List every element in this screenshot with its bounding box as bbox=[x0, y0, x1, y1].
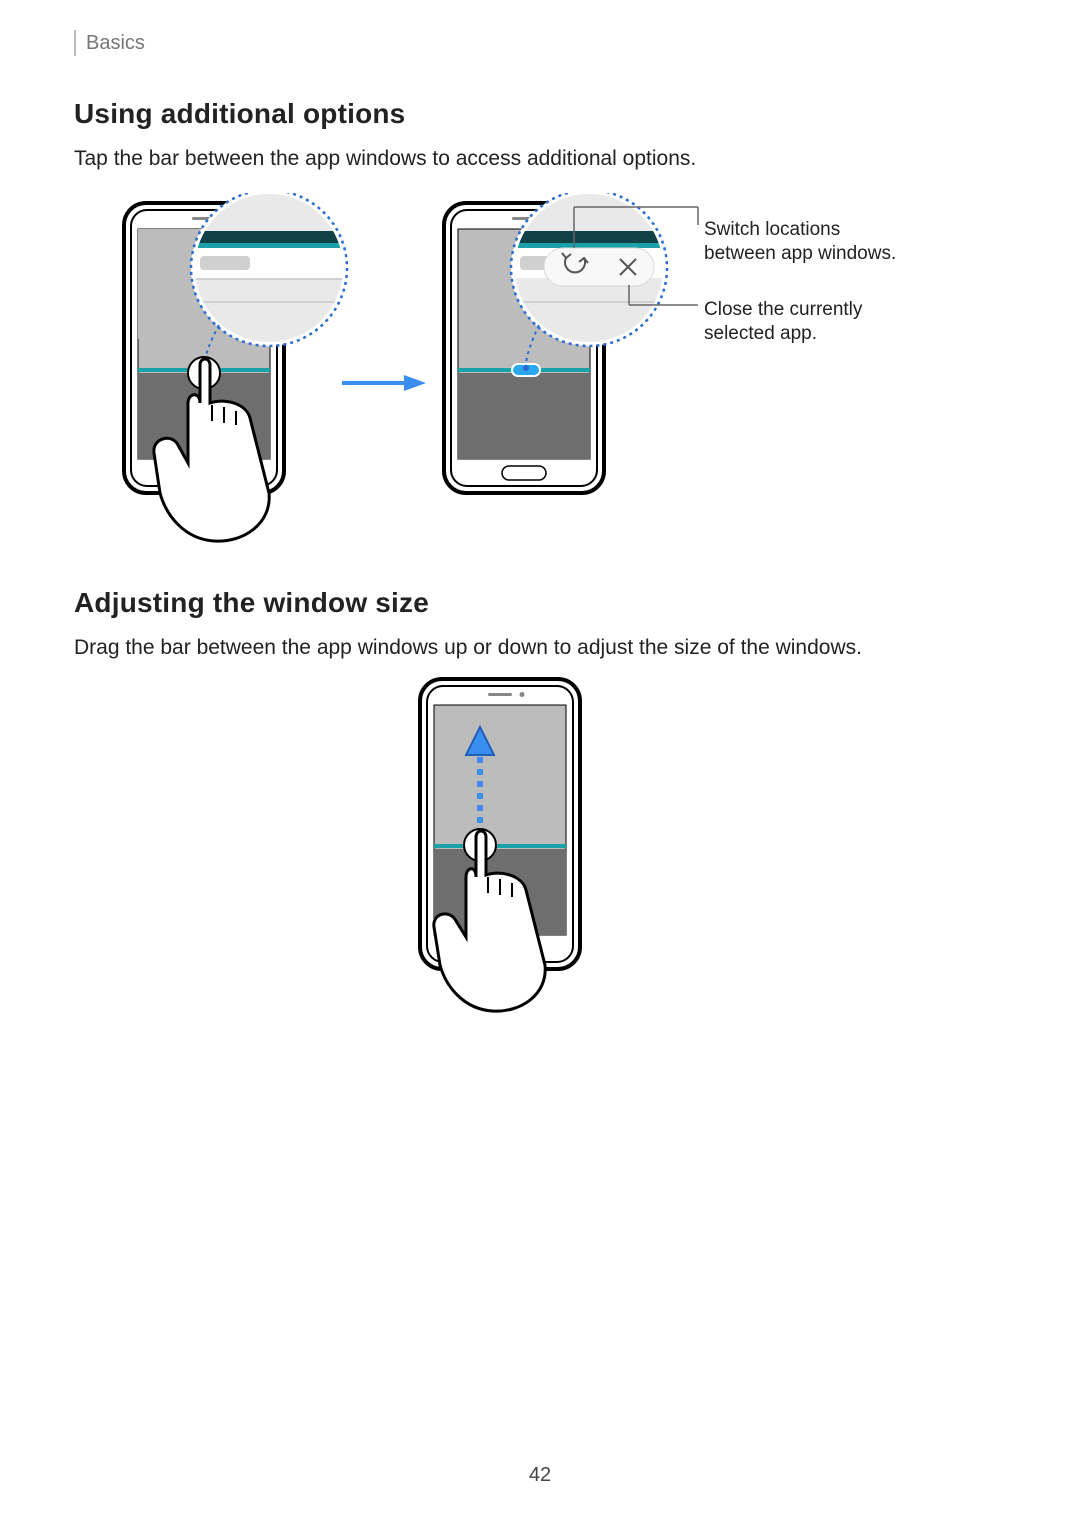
breadcrumb: Basics bbox=[74, 30, 1006, 56]
section-heading-additional-options: Using additional options bbox=[74, 98, 1006, 130]
arrow-right-icon bbox=[342, 375, 426, 391]
callout-switch-windows: Switch locations between app windows. bbox=[704, 218, 914, 266]
section-body-window-size: Drag the bar between the app windows up … bbox=[74, 633, 1006, 662]
breadcrumb-label: Basics bbox=[86, 32, 145, 55]
manual-page: Basics Using additional options Tap the … bbox=[0, 0, 1080, 1527]
figure-adjust-window-size-svg bbox=[380, 675, 700, 1015]
section-body-additional-options: Tap the bar between the app windows to a… bbox=[74, 144, 1006, 173]
page-number: 42 bbox=[0, 1464, 1080, 1487]
breadcrumb-divider bbox=[74, 30, 76, 56]
figure-adjust-window-size bbox=[380, 675, 700, 1015]
figure-additional-options: Switch locations between app windows. Cl… bbox=[74, 193, 994, 563]
section-heading-window-size: Adjusting the window size bbox=[74, 587, 1006, 619]
callout-close-app: Close the currently selected app. bbox=[704, 298, 914, 346]
